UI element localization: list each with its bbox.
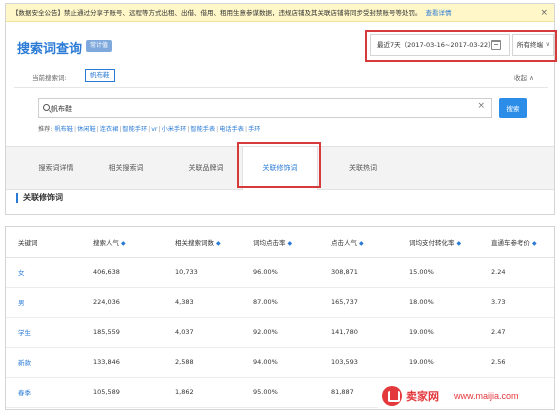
- cell: 185,559: [81, 317, 163, 348]
- col-header-label: 词均支付转化率: [409, 238, 455, 247]
- cell: 224,036: [81, 287, 163, 318]
- page-title: 搜索词查询: [17, 42, 83, 57]
- col-header-keyword: 关键词: [6, 227, 81, 258]
- notice-text: 【数据安全公告】禁止通过分享子账号、远程等方式出租、出借、借用、租用生意参谋数据…: [12, 9, 422, 17]
- cell: 3.73: [479, 287, 554, 318]
- search-box[interactable]: ×: [38, 98, 492, 118]
- col-header-label: 词均点击率: [253, 238, 286, 247]
- current-search-label: 当前搜索词:: [32, 74, 67, 82]
- sort-icon[interactable]: ◆: [216, 240, 221, 247]
- collapse-toggle[interactable]: 收起 ∧: [514, 72, 534, 82]
- recommend-item[interactable]: 手环: [248, 126, 260, 133]
- cell: 2,588: [163, 347, 241, 378]
- col-header-conversion[interactable]: 词均支付转化率 ◆: [397, 227, 479, 258]
- cell: 165,737: [319, 287, 397, 318]
- modifier-table-panel: 关键词 搜索人气 ◆ 相关搜索词数 ◆ 词均点击率 ◆ 点击人气 ◆ 词均支付转化率 ◆ …: [5, 226, 555, 410]
- col-header-ad-price[interactable]: 直通车参考价 ◆: [479, 227, 554, 258]
- clear-icon[interactable]: ×: [477, 101, 485, 111]
- recommend-label: 推荐:: [38, 126, 53, 133]
- col-header-label: 点击人气: [331, 238, 357, 247]
- recommend-item[interactable]: 小米手环: [162, 126, 187, 133]
- shopping-bag-logo-icon: [382, 386, 402, 406]
- table-header-row: 关键词 搜索人气 ◆ 相关搜索词数 ◆ 词均点击率 ◆ 点击人气 ◆ 词均支付转化率 ◆ …: [6, 227, 554, 258]
- divider: [14, 87, 548, 88]
- watermark-url: www.maijia.com: [454, 391, 519, 401]
- cell: 141,780: [319, 317, 397, 348]
- keyword-link[interactable]: 女: [6, 257, 81, 288]
- section-title: 关联修饰词: [16, 193, 63, 203]
- cell: 406,638: [81, 257, 163, 288]
- keyword-link[interactable]: 学生: [6, 317, 81, 348]
- sort-icon[interactable]: ◆: [457, 240, 462, 247]
- col-header-label: 关键词: [18, 238, 38, 247]
- cell: 15.00%: [397, 257, 479, 288]
- cell: 1,862: [163, 377, 241, 408]
- cell: 96.00%: [241, 257, 319, 288]
- cell: 308,871: [319, 257, 397, 288]
- cell: 94.00%: [241, 347, 319, 378]
- title-badge: 常计值: [86, 40, 113, 52]
- modifier-table: 关键词 搜索人气 ◆ 相关搜索词数 ◆ 词均点击率 ◆ 点击人气 ◆ 词均支付转化率 ◆ …: [6, 227, 554, 408]
- col-header-related-count[interactable]: 相关搜索词数 ◆: [163, 227, 241, 258]
- cell: 105,589: [81, 377, 163, 408]
- recommend-item[interactable]: 休闲鞋: [77, 126, 96, 133]
- recommend-item[interactable]: 电话手表: [219, 126, 244, 133]
- keyword-link[interactable]: 新款: [6, 347, 81, 378]
- table-row: 男 224,036 4,383 87.00% 165,737 18.00% 3.…: [6, 287, 554, 318]
- cell: 133,846: [81, 347, 163, 378]
- date-highlight-box: [365, 30, 557, 62]
- col-header-label: 相关搜索词数: [175, 238, 214, 247]
- search-icon: [43, 104, 50, 111]
- keyword-link[interactable]: 男: [6, 287, 81, 318]
- site-watermark: 卖家网 www.maijia.com: [378, 384, 554, 408]
- cell: 95.00%: [241, 377, 319, 408]
- cell: 2.56: [479, 347, 554, 378]
- col-header-label: 直通车参考价: [491, 238, 530, 247]
- cell: 103,593: [319, 347, 397, 378]
- col-header-ctr[interactable]: 词均点击率 ◆: [241, 227, 319, 258]
- col-header-click-popularity[interactable]: 点击人气 ◆: [319, 227, 397, 258]
- table-row: 女 406,638 10,733 96.00% 308,871 15.00% 2…: [6, 257, 554, 288]
- recommend-bar: 推荐: 帆布鞋|休闲鞋|连衣裙|智能手环|vr|小米手环|智能手表|电话手表|手…: [38, 126, 261, 133]
- search-input[interactable]: [51, 101, 471, 116]
- cell: 2.24: [479, 257, 554, 288]
- keyword-link[interactable]: 春季: [6, 377, 81, 408]
- tab-related-hot[interactable]: 关联热词: [318, 147, 408, 190]
- cell: 18.00%: [397, 287, 479, 318]
- recommend-item[interactable]: 智能手环: [122, 126, 147, 133]
- recommend-item[interactable]: 连衣裙: [100, 126, 119, 133]
- sort-icon[interactable]: ◆: [121, 240, 126, 247]
- col-header-search-popularity[interactable]: 搜索人气 ◆: [81, 227, 163, 258]
- notice-details-link[interactable]: 查看详情: [426, 9, 452, 17]
- data-security-notice: 【数据安全公告】禁止通过分享子账号、远程等方式出租、出借、借用、租用生意参谋数据…: [6, 4, 554, 22]
- search-button[interactable]: 搜索: [499, 98, 527, 118]
- recommend-item[interactable]: 帆布鞋: [54, 126, 73, 133]
- sort-icon[interactable]: ◆: [359, 240, 364, 247]
- current-search-tag[interactable]: 帆布鞋: [85, 69, 115, 82]
- col-header-label: 搜索人气: [93, 238, 119, 247]
- recommend-item[interactable]: vr: [151, 126, 157, 133]
- cell: 19.00%: [397, 317, 479, 348]
- table-row: 学生 185,559 4,037 92.00% 141,780 19.00% 2…: [6, 317, 554, 348]
- table-row: 新款 133,846 2,588 94.00% 103,593 19.00% 2…: [6, 347, 554, 378]
- cell: 2.47: [479, 317, 554, 348]
- cell: 10,733: [163, 257, 241, 288]
- search-query-panel: 【数据安全公告】禁止通过分享子账号、远程等方式出租、出借、借用、租用生意参谋数据…: [5, 3, 557, 215]
- watermark-name: 卖家网: [406, 390, 439, 403]
- notice-close-icon[interactable]: ×: [540, 4, 548, 22]
- sort-icon[interactable]: ◆: [288, 240, 293, 247]
- cell: 4,383: [163, 287, 241, 318]
- tab-highlight-box: [237, 142, 321, 188]
- recommend-item[interactable]: 智能手表: [190, 126, 215, 133]
- cell: 92.00%: [241, 317, 319, 348]
- sort-icon[interactable]: ◆: [532, 240, 537, 247]
- cell: 19.00%: [397, 347, 479, 378]
- cell: 4,037: [163, 317, 241, 348]
- cell: 87.00%: [241, 287, 319, 318]
